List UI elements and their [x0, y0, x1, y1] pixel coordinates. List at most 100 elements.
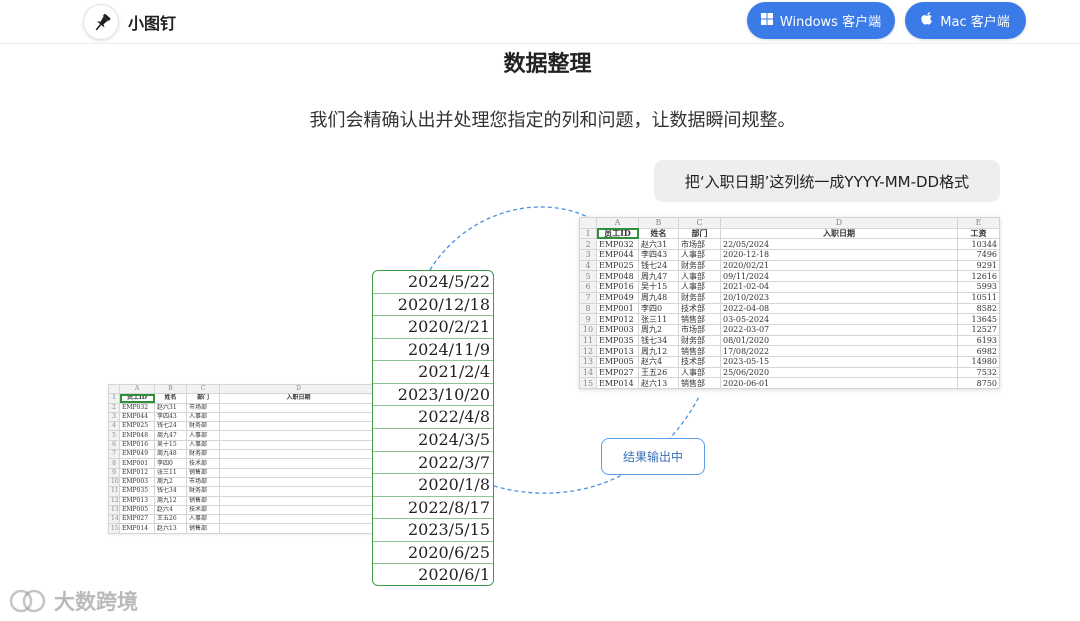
table-cell[interactable]: 周九48 — [154, 449, 187, 460]
table-cell[interactable]: EMP016 — [119, 439, 155, 451]
table-cell[interactable]: 王五26 — [638, 366, 679, 379]
table-cell[interactable]: 周九2 — [638, 323, 679, 336]
table-cell[interactable]: 钱七34 — [154, 486, 187, 497]
table-cell[interactable]: 销售部 — [186, 467, 220, 478]
empty-date-cell[interactable] — [219, 449, 378, 460]
table-cell[interactable]: 7496 — [957, 249, 1000, 261]
date-cell[interactable]: 2020/2/21 — [373, 316, 493, 339]
table-cell[interactable]: 技术部 — [678, 302, 721, 315]
table-cell[interactable]: EMP048 — [596, 270, 639, 283]
date-cell[interactable]: 2023/10/20 — [373, 384, 493, 407]
row-number[interactable]: 13 — [108, 504, 120, 516]
table-cell[interactable]: 人事部 — [678, 249, 721, 261]
table-cell[interactable]: 张三11 — [638, 313, 679, 325]
empty-date-cell[interactable] — [219, 458, 378, 469]
table-cell[interactable]: 赵六13 — [154, 523, 187, 534]
table-cell[interactable]: EMP035 — [119, 486, 155, 497]
date-cell[interactable]: 2022/3/7 — [373, 452, 493, 475]
table-cell[interactable]: 22/05/2024 — [720, 238, 958, 251]
table-cell[interactable]: 赵六31 — [154, 402, 187, 413]
table-cell[interactable]: 25/06/2020 — [720, 366, 958, 379]
table-cell[interactable]: EMP044 — [596, 249, 639, 261]
table-cell[interactable]: 技术部 — [186, 504, 220, 516]
header-cell[interactable]: 员工ID — [596, 227, 639, 240]
row-number[interactable]: 5 — [108, 430, 120, 441]
row-number[interactable]: 7 — [108, 449, 120, 460]
table-cell[interactable]: 销售部 — [186, 495, 220, 506]
table-cell[interactable]: 周九47 — [638, 270, 679, 283]
table-cell[interactable]: 张三11 — [154, 467, 187, 478]
table-cell[interactable]: 2020-06-01 — [720, 377, 958, 389]
row-number[interactable]: 12 — [108, 495, 120, 506]
header-cell[interactable]: 工资 — [957, 227, 1000, 240]
table-cell[interactable]: 12616 — [957, 270, 1000, 283]
date-cell[interactable]: 2020/6/25 — [373, 542, 493, 565]
empty-date-cell[interactable] — [219, 495, 378, 506]
column-letter[interactable]: D — [720, 217, 958, 229]
column-letter[interactable]: B — [638, 217, 679, 229]
table-cell[interactable]: 李四0 — [638, 302, 679, 315]
table-cell[interactable]: 吴十15 — [154, 439, 187, 451]
date-cell[interactable]: 2022/8/17 — [373, 497, 493, 520]
table-cell[interactable]: EMP027 — [596, 366, 639, 379]
table-cell[interactable]: 10344 — [957, 238, 1000, 251]
table-cell[interactable]: EMP049 — [596, 291, 639, 304]
table-cell[interactable]: EMP014 — [119, 523, 155, 534]
table-cell[interactable]: 8750 — [957, 377, 1000, 389]
table-cell[interactable]: EMP005 — [596, 355, 639, 368]
row-number[interactable]: 11 — [579, 334, 597, 347]
table-cell[interactable]: 市场部 — [678, 323, 721, 336]
row-number[interactable]: 10 — [579, 323, 597, 336]
header-cell[interactable]: 入职日期 — [219, 393, 378, 404]
table-cell[interactable]: 人事部 — [186, 439, 220, 451]
table-cell[interactable]: 03-05-2024 — [720, 313, 958, 325]
table-cell[interactable]: 7532 — [957, 366, 1000, 379]
table-cell[interactable]: EMP044 — [119, 411, 155, 423]
corner-cell[interactable] — [579, 217, 597, 229]
column-letter[interactable]: B — [154, 384, 187, 395]
row-number[interactable]: 7 — [579, 291, 597, 304]
row-number[interactable]: 11 — [108, 486, 120, 497]
table-cell[interactable]: 人事部 — [186, 514, 220, 525]
table-cell[interactable]: 财务部 — [678, 291, 721, 304]
table-cell[interactable]: 周九48 — [638, 291, 679, 304]
table-cell[interactable]: 人事部 — [678, 366, 721, 379]
table-cell[interactable]: 08/01/2020 — [720, 334, 958, 347]
table-cell[interactable]: 13645 — [957, 313, 1000, 325]
row-number[interactable]: 15 — [579, 377, 597, 389]
table-cell[interactable]: 钱七34 — [638, 334, 679, 347]
table-cell[interactable]: 吴十15 — [638, 281, 679, 293]
table-cell[interactable]: 销售部 — [678, 313, 721, 325]
table-cell[interactable]: 李四43 — [154, 411, 187, 423]
table-cell[interactable]: 销售部 — [186, 523, 220, 534]
empty-date-cell[interactable] — [219, 523, 378, 534]
date-cell[interactable]: 2021/2/4 — [373, 361, 493, 384]
row-number[interactable]: 4 — [579, 259, 597, 272]
date-cell[interactable]: 2024/3/5 — [373, 429, 493, 452]
table-cell[interactable]: 2021-02-04 — [720, 281, 958, 293]
row-number[interactable]: 2 — [579, 238, 597, 251]
empty-date-cell[interactable] — [219, 430, 378, 441]
table-cell[interactable]: 销售部 — [678, 345, 721, 357]
date-cell[interactable]: 2020/12/18 — [373, 294, 493, 317]
row-number[interactable]: 9 — [108, 467, 120, 478]
table-cell[interactable]: 钱七24 — [638, 259, 679, 272]
table-cell[interactable]: EMP003 — [596, 323, 639, 336]
table-cell[interactable]: 销售部 — [678, 377, 721, 389]
table-cell[interactable]: 10511 — [957, 291, 1000, 304]
table-cell[interactable]: EMP032 — [596, 238, 639, 251]
header-cell[interactable]: 入职日期 — [720, 227, 958, 240]
empty-date-cell[interactable] — [219, 486, 378, 497]
row-number[interactable]: 3 — [108, 411, 120, 423]
table-cell[interactable]: 财务部 — [186, 486, 220, 497]
table-cell[interactable]: EMP048 — [119, 430, 155, 441]
table-cell[interactable]: EMP014 — [596, 377, 639, 389]
table-cell[interactable]: EMP001 — [119, 458, 155, 469]
header-cell[interactable]: 姓名 — [638, 227, 679, 240]
header-cell[interactable]: 部门 — [678, 227, 721, 240]
date-cell[interactable]: 2020/1/8 — [373, 474, 493, 497]
header-cell[interactable]: 部门 — [186, 393, 220, 404]
table-cell[interactable]: EMP012 — [119, 467, 155, 478]
table-cell[interactable]: 财务部 — [678, 259, 721, 272]
table-cell[interactable]: 2023-05-15 — [720, 355, 958, 368]
